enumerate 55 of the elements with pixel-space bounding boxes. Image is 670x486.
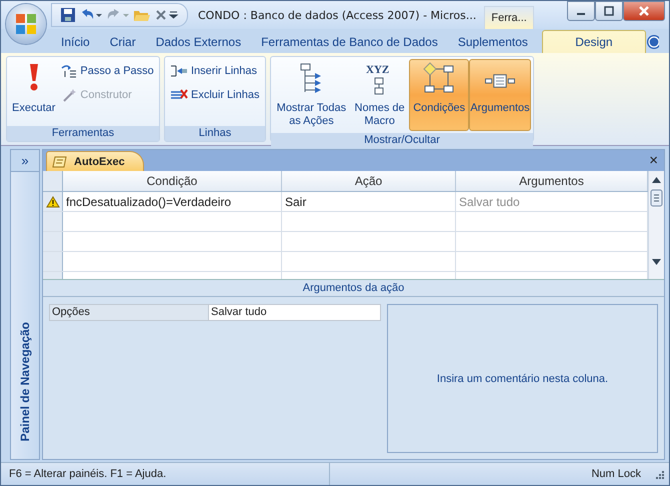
vertical-scrollbar[interactable] <box>648 171 664 279</box>
num-lock-indicator: Num Lock <box>591 468 641 480</box>
help-icon[interactable] <box>646 34 659 50</box>
group-label: Linhas <box>165 126 265 141</box>
ribbon-button[interactable]: Executar <box>9 59 58 124</box>
delete-rows-icon <box>170 88 188 102</box>
ribbon-tab[interactable]: Criar <box>100 31 146 53</box>
maximize-button[interactable] <box>595 1 623 21</box>
macro-scroll-icon <box>52 154 68 168</box>
ribbon-button[interactable]: XYZ Nomes de Macro <box>350 59 410 131</box>
save-icon[interactable] <box>60 7 76 23</box>
window-title: CONDO : Banco de dados (Access 2007) - Micros... <box>198 8 476 22</box>
navigation-pane-bar[interactable]: Painel de Navegação <box>11 172 39 459</box>
ribbon-button[interactable]: Inserir Linhas <box>167 61 262 81</box>
document-tab[interactable]: AutoExec <box>46 151 144 171</box>
row-selector[interactable] <box>43 252 63 271</box>
select-all-corner[interactable] <box>43 171 63 191</box>
insert-rows-icon <box>170 64 188 78</box>
close-icon <box>638 5 650 17</box>
ribbon-tab[interactable]: Dados Externos <box>146 31 252 53</box>
ribbon-tab[interactable]: Ferramentas de Banco de Dados <box>251 31 448 53</box>
column-header[interactable]: Ação <box>282 171 456 191</box>
status-text: F6 = Alterar painéis. F1 = Ajuda. <box>1 463 330 485</box>
row-selector[interactable] <box>43 212 63 231</box>
comment-hint: Insira um comentário nesta coluna. <box>436 372 608 384</box>
arguments-icon <box>485 74 515 88</box>
action-cell[interactable]: Sair <box>282 192 456 211</box>
column-header[interactable]: Condição <box>63 171 282 191</box>
ribbon-button[interactable]: Excluir Linhas <box>167 85 262 105</box>
minimize-icon <box>577 13 585 15</box>
ribbon-button[interactable]: Passo a Passo <box>58 61 157 81</box>
maximize-icon <box>604 6 614 16</box>
ribbon-tab[interactable]: Design <box>542 30 646 53</box>
wand-icon <box>61 88 78 102</box>
section-header: Argumentos da ação <box>43 280 664 297</box>
minimize-button[interactable] <box>567 1 595 21</box>
condition-cell[interactable]: fncDesatualizado()=Verdadeiro <box>63 192 282 211</box>
ribbon-button[interactable]: Argumentos <box>469 59 531 131</box>
ribbon-tab[interactable]: Suplementos <box>448 31 538 53</box>
office-button[interactable] <box>6 4 46 44</box>
group-label: Mostrar/Ocultar <box>271 133 533 148</box>
close-document-button[interactable]: × <box>649 152 658 169</box>
office-logo-icon <box>14 12 38 36</box>
step-icon <box>61 64 78 78</box>
row-selector[interactable] <box>43 192 63 211</box>
group-label: Ferramentas <box>7 126 159 141</box>
close-button[interactable] <box>623 1 665 21</box>
contextual-tab-title: Ferra... <box>484 6 534 29</box>
warning-icon <box>46 196 60 208</box>
ribbon-button[interactable]: Condições <box>409 59 469 131</box>
navigation-pane-label: Painel de Navegação <box>18 322 32 441</box>
row-selector[interactable] <box>43 232 63 251</box>
ribbon-button[interactable]: Mostrar Todas as Ações <box>273 59 350 131</box>
resize-grip-icon[interactable] <box>653 468 665 480</box>
ribbon-tab[interactable]: Início <box>51 31 100 53</box>
